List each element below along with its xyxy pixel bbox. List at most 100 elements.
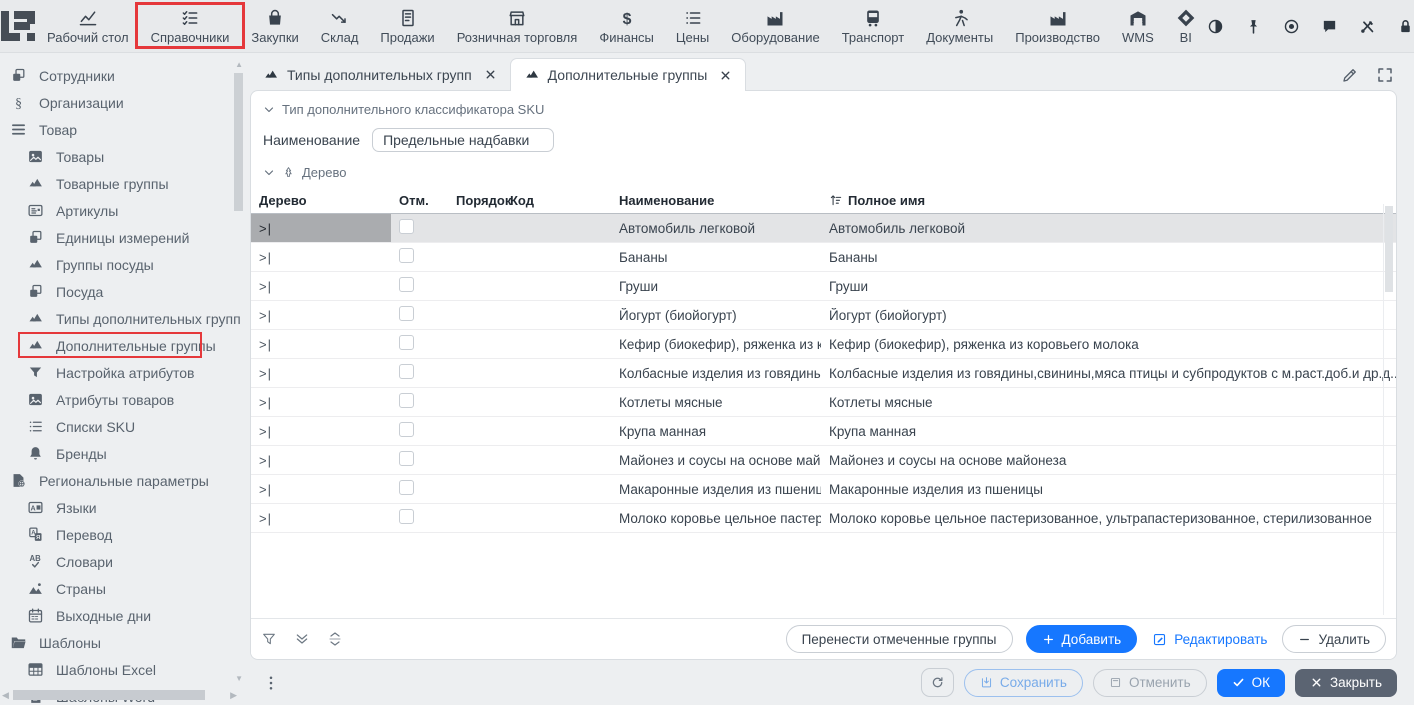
sidebar-item-23[interactable]: Шаблоны Excel bbox=[0, 656, 245, 683]
tree-expand-cell[interactable]: >| bbox=[251, 330, 391, 358]
row-checkbox[interactable] bbox=[399, 219, 414, 234]
save-button[interactable]: Сохранить bbox=[964, 669, 1083, 697]
tree-expand-cell[interactable]: >| bbox=[251, 359, 391, 387]
sidebar-item-7[interactable]: Единицы измерений bbox=[0, 224, 245, 251]
tree-expand-cell[interactable]: >| bbox=[251, 475, 391, 503]
tree-expand-cell[interactable]: >| bbox=[251, 301, 391, 329]
section-header-tree[interactable]: Дерево bbox=[263, 165, 1396, 180]
filter-funnel-icon[interactable] bbox=[261, 631, 277, 647]
column-header-code[interactable]: Код bbox=[502, 193, 611, 208]
tab-1[interactable]: Типы дополнительных групп bbox=[250, 58, 510, 91]
collapse-levels-icon[interactable] bbox=[327, 631, 343, 647]
sidebar-item-5[interactable]: Товарные группы bbox=[0, 170, 245, 197]
record-icon[interactable] bbox=[1283, 18, 1300, 35]
sidebar-item-21[interactable]: Выходные дни bbox=[0, 602, 245, 629]
topnav-item-14[interactable]: BI bbox=[1165, 0, 1207, 52]
sidebar-item-19[interactable]: AB Словари bbox=[0, 548, 245, 575]
cancel-button[interactable]: Отменить bbox=[1093, 669, 1207, 697]
topnav-item-4[interactable]: Склад bbox=[310, 0, 370, 52]
row-checkbox[interactable] bbox=[399, 277, 414, 292]
edit-button[interactable]: Редактировать bbox=[1150, 625, 1269, 653]
row-checkbox[interactable] bbox=[399, 422, 414, 437]
chat-icon[interactable] bbox=[1321, 18, 1338, 35]
grid-vertical-scrollbar[interactable] bbox=[1385, 206, 1393, 292]
table-row[interactable]: >| Кефир (биокефир), ряженка из ко... Ке… bbox=[251, 330, 1396, 359]
sidebar-item-3[interactable]: Товар bbox=[0, 116, 245, 143]
sidebar-horizontal-scrollbar[interactable] bbox=[13, 690, 205, 700]
ok-button[interactable]: ОК bbox=[1217, 669, 1285, 697]
row-checkbox[interactable] bbox=[399, 509, 414, 524]
pin-icon[interactable] bbox=[1245, 18, 1262, 35]
topnav-item-6[interactable]: Розничная торговля bbox=[446, 0, 589, 52]
topnav-item-5[interactable]: Продажи bbox=[369, 0, 445, 52]
lock-icon[interactable] bbox=[1397, 18, 1414, 35]
sidebar-scroll-up-icon[interactable]: ▲ bbox=[235, 61, 243, 69]
topnav-item-3[interactable]: Закупки bbox=[240, 0, 309, 52]
table-row[interactable]: >| Майонез и соусы на основе майо... Май… bbox=[251, 446, 1396, 475]
table-row[interactable]: >| Макаронные изделия из пшеницы Макарон… bbox=[251, 475, 1396, 504]
sidebar-item-11[interactable]: Дополнительные группы bbox=[0, 332, 245, 359]
sidebar-item-15[interactable]: Бренды bbox=[0, 440, 245, 467]
row-checkbox[interactable] bbox=[399, 393, 414, 408]
tree-expand-cell[interactable]: >| bbox=[251, 446, 391, 474]
sidebar-item-9[interactable]: Посуда bbox=[0, 278, 245, 305]
column-header-name[interactable]: Наименование bbox=[611, 193, 821, 208]
sidebar-item-8[interactable]: Группы посуды bbox=[0, 251, 245, 278]
table-row[interactable]: >| Молоко коровье цельное пастери... Мол… bbox=[251, 504, 1396, 533]
sidebar-item-22[interactable]: Шаблоны bbox=[0, 629, 245, 656]
sidebar-vertical-scrollbar[interactable] bbox=[234, 73, 243, 211]
table-row[interactable]: >| Крупа манная Крупа манная bbox=[251, 417, 1396, 446]
column-header-full-name[interactable]: Полное имя bbox=[821, 193, 1396, 208]
column-header-order[interactable]: Порядок bbox=[448, 193, 502, 208]
sidebar-item-18[interactable]: AЯ Перевод bbox=[0, 521, 245, 548]
topnav-item-1[interactable]: Рабочий стол bbox=[36, 0, 140, 52]
topnav-item-13[interactable]: WMS bbox=[1111, 0, 1165, 52]
column-header-tree[interactable]: Дерево bbox=[251, 193, 391, 208]
topnav-item-12[interactable]: Производство bbox=[1004, 0, 1111, 52]
tree-expand-cell[interactable]: >| bbox=[251, 272, 391, 300]
sidebar-item-20[interactable]: Страны bbox=[0, 575, 245, 602]
sidebar-item-16[interactable]: Региональные параметры bbox=[0, 467, 245, 494]
sidebar-item-10[interactable]: Типы дополнительных групп bbox=[0, 305, 245, 332]
transfer-marked-groups-button[interactable]: Перенести отмеченные группы bbox=[786, 625, 1013, 653]
refresh-button[interactable] bbox=[921, 668, 954, 697]
tree-expand-cell[interactable]: >| bbox=[251, 214, 391, 242]
table-row[interactable]: >| Котлеты мясные Котлеты мясные bbox=[251, 388, 1396, 417]
sidebar-scroll-down-icon[interactable]: ▼ bbox=[235, 675, 243, 683]
name-input[interactable] bbox=[372, 128, 554, 152]
sidebar-item-4[interactable]: Товары bbox=[0, 143, 245, 170]
topnav-item-11[interactable]: Документы bbox=[915, 0, 1004, 52]
tree-expand-cell[interactable]: >| bbox=[251, 417, 391, 445]
row-checkbox[interactable] bbox=[399, 248, 414, 263]
sidebar-item-12[interactable]: Настройка атрибутов bbox=[0, 359, 245, 386]
sidebar-item-6[interactable]: Артикулы bbox=[0, 197, 245, 224]
sidebar-item-17[interactable]: A Языки bbox=[0, 494, 245, 521]
expand-all-icon[interactable] bbox=[294, 631, 310, 647]
contrast-icon[interactable] bbox=[1207, 18, 1224, 35]
row-checkbox[interactable] bbox=[399, 480, 414, 495]
topnav-item-10[interactable]: Транспорт bbox=[831, 0, 916, 52]
tab-2[interactable]: Дополнительные группы bbox=[510, 58, 747, 91]
row-checkbox[interactable] bbox=[399, 364, 414, 379]
column-header-checked[interactable]: Отм. bbox=[391, 193, 448, 208]
delete-button[interactable]: Удалить bbox=[1282, 625, 1386, 653]
close-button[interactable]: Закрыть bbox=[1295, 669, 1397, 697]
tree-expand-cell[interactable]: >| bbox=[251, 504, 391, 532]
sidebar-scroll-right-icon[interactable]: ▶ bbox=[230, 690, 237, 700]
table-row[interactable]: >| Груши Груши bbox=[251, 272, 1396, 301]
sidebar-scroll-left-icon[interactable]: ◀ bbox=[2, 690, 9, 700]
row-checkbox[interactable] bbox=[399, 335, 414, 350]
section-header-classifier-type[interactable]: Тип дополнительного классификатора SKU bbox=[263, 102, 1396, 117]
table-row[interactable]: >| Бананы Бананы bbox=[251, 243, 1396, 272]
add-button[interactable]: Добавить bbox=[1026, 625, 1138, 653]
sidebar-item-13[interactable]: Атрибуты товаров bbox=[0, 386, 245, 413]
table-row[interactable]: >| Йогурт (биойогурт) Йогурт (биойогурт) bbox=[251, 301, 1396, 330]
topnav-item-8[interactable]: Цены bbox=[665, 0, 720, 52]
topnav-item-9[interactable]: Оборудование bbox=[720, 0, 830, 52]
row-checkbox[interactable] bbox=[399, 306, 414, 321]
fullscreen-icon[interactable] bbox=[1376, 66, 1394, 84]
topnav-item-7[interactable]: $ Финансы bbox=[588, 0, 665, 52]
tools-icon[interactable] bbox=[1359, 18, 1376, 35]
row-checkbox[interactable] bbox=[399, 451, 414, 466]
sidebar-item-2[interactable]: § Организации bbox=[0, 89, 245, 116]
